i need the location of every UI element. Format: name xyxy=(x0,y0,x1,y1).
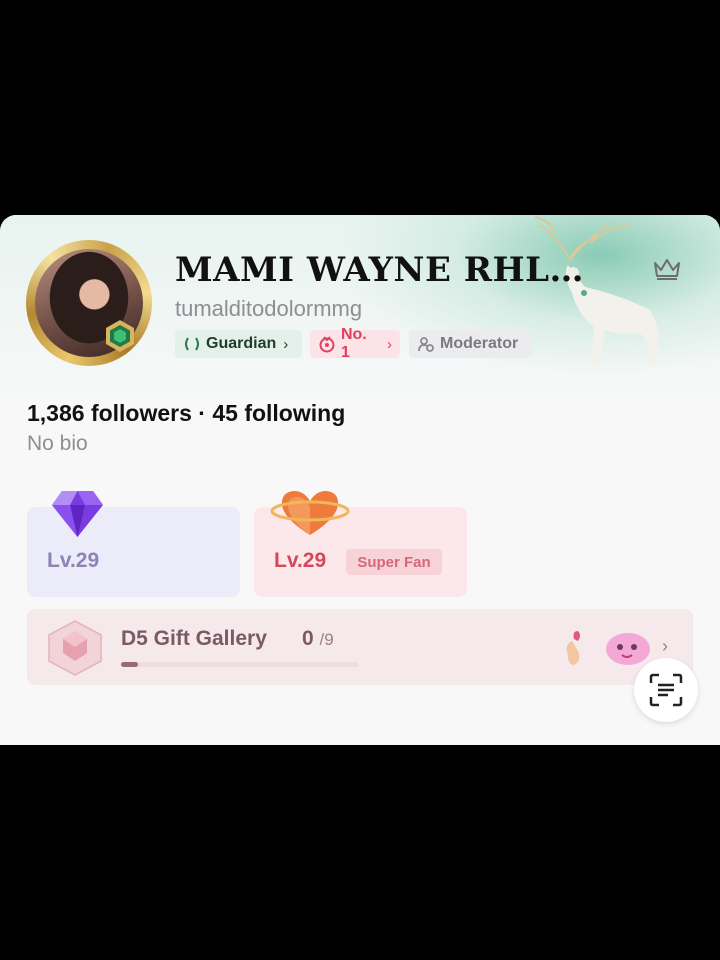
chevron-right-icon: › xyxy=(283,335,289,353)
gift-gallery-count: 0 /9 xyxy=(302,627,334,651)
user-handle: tumalditodolormmg xyxy=(175,296,363,321)
chevron-right-icon[interactable]: › xyxy=(662,636,668,657)
moderator-icon xyxy=(418,337,434,352)
bio-text: No bio xyxy=(27,432,88,455)
rank-label: No. 1 xyxy=(340,326,367,361)
scan-text-icon xyxy=(649,673,683,707)
moderator-badge: Moderator xyxy=(409,330,532,358)
follow-stats[interactable]: 1,386 followers · 45 following xyxy=(27,400,345,427)
rank-badge[interactable]: No. 1 › xyxy=(310,326,400,361)
diamond-icon xyxy=(52,491,103,537)
gift-cube-icon xyxy=(48,620,102,676)
moderator-label: Moderator xyxy=(440,335,519,352)
heart-ring-icon xyxy=(270,491,350,535)
gift-stickers-icon xyxy=(566,631,650,665)
gift-gallery-collected: 0 xyxy=(302,627,314,650)
laurel-icon xyxy=(185,337,199,351)
fan-level-label: Lv.29 xyxy=(274,549,327,572)
avatar[interactable] xyxy=(26,240,152,366)
gift-gallery-title: D5 Gift Gallery xyxy=(121,627,267,650)
gift-gallery-total: /9 xyxy=(319,630,334,649)
guardian-badge[interactable]: Guardian › xyxy=(175,330,302,358)
crown-icon[interactable] xyxy=(652,256,682,282)
stag-banner-icon xyxy=(534,216,659,365)
scan-text-button[interactable] xyxy=(634,658,698,722)
emerald-gem-icon xyxy=(106,320,134,352)
guardian-label: Guardian xyxy=(206,335,277,352)
gifter-level-label: Lv.29 xyxy=(47,549,100,572)
medal-icon xyxy=(319,336,335,353)
gift-gallery-progress-fill xyxy=(121,662,138,667)
chevron-right-icon: › xyxy=(387,335,392,353)
gift-gallery-progress xyxy=(121,662,359,667)
super-fan-tag: Super Fan xyxy=(346,549,442,575)
display-name: MAMI WAYNE RHL… xyxy=(175,250,584,290)
